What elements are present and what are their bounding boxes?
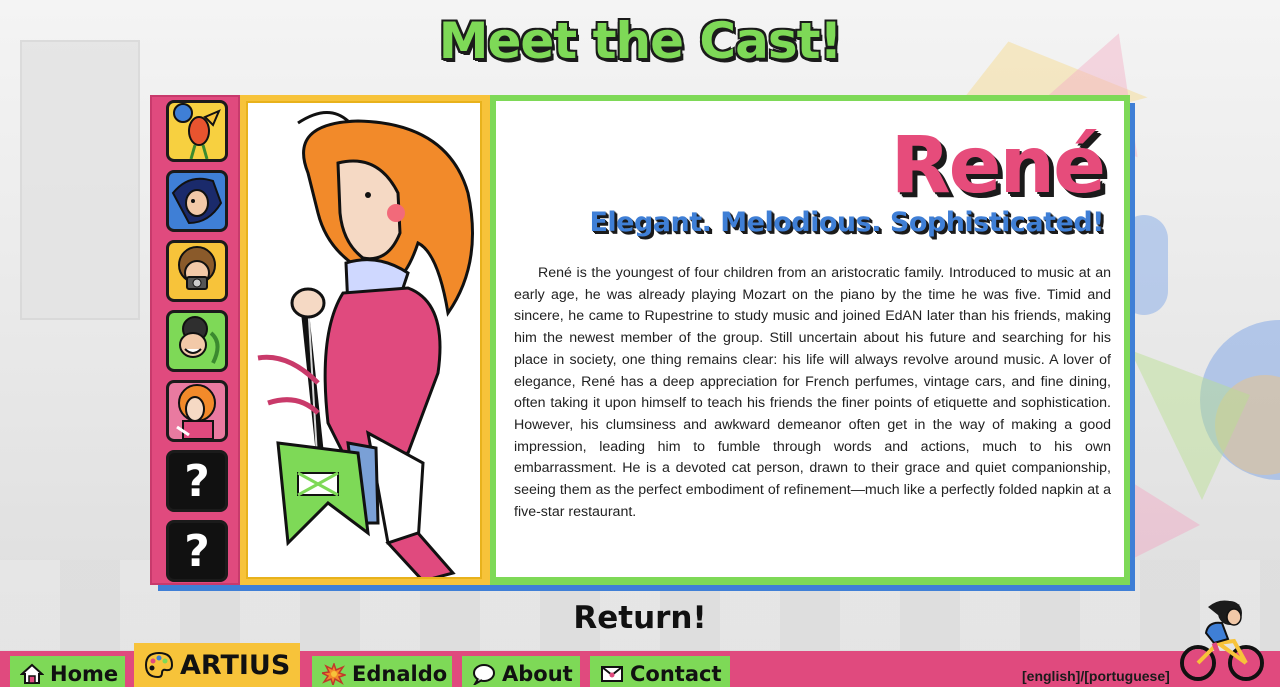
nav-contact[interactable]: Contact	[590, 656, 730, 687]
speech-bubble-icon	[472, 663, 496, 687]
lang-portuguese-link[interactable]: [portuguese]	[1084, 668, 1170, 684]
explosion-icon	[319, 661, 348, 687]
character-thumb-bird[interactable]	[166, 100, 228, 162]
character-thumb-camera[interactable]	[166, 240, 228, 302]
question-mark-icon: ?	[184, 455, 210, 507]
character-bio: René is the youngest of four children fr…	[514, 265, 1111, 520]
nav-ednaldo[interactable]: Ednaldo	[312, 656, 452, 687]
nav-artius[interactable]: ARTIUS	[134, 643, 300, 687]
nav-contact-label: Contact	[630, 662, 722, 686]
question-mark-icon: ?	[184, 525, 210, 577]
locked-character-thumb[interactable]: ?	[166, 450, 228, 512]
language-switcher: [english]/[portuguese]	[1022, 668, 1170, 684]
bicycle-mascot	[1178, 593, 1268, 683]
page-title: Meet the Cast!	[438, 12, 843, 70]
lang-english-link[interactable]: [english]	[1022, 668, 1080, 684]
return-button[interactable]: Return!	[573, 600, 706, 636]
character-card: ? ? René Elegant. Melodious. Sophisticat…	[150, 95, 1130, 585]
palette-icon	[144, 651, 174, 679]
info-panel: René Elegant. Melodious. Sophisticated! …	[496, 101, 1124, 577]
nav-about[interactable]: About	[462, 656, 580, 687]
nav-home-label: Home	[50, 662, 119, 686]
nav-artius-label: ARTIUS	[180, 649, 291, 681]
character-thumb-blue[interactable]	[166, 170, 228, 232]
locked-character-thumb[interactable]: ?	[166, 520, 228, 582]
character-thumb-green[interactable]	[166, 310, 228, 372]
character-tagline: Elegant. Melodious. Sophisticated!	[589, 207, 1104, 238]
envelope-icon	[600, 663, 624, 685]
character-portrait	[246, 101, 482, 579]
house-icon	[19, 663, 45, 685]
info-frame: René Elegant. Melodious. Sophisticated! …	[490, 95, 1130, 585]
character-thumb-rene[interactable]	[166, 380, 228, 442]
portrait-frame	[240, 95, 490, 585]
nav-about-label: About	[502, 662, 573, 686]
nav-ednaldo-label: Ednaldo	[352, 662, 448, 686]
character-name: René	[890, 121, 1106, 211]
character-roster: ? ?	[150, 95, 240, 585]
nav-home[interactable]: Home	[10, 656, 125, 687]
return-link-container: Return!	[0, 600, 1280, 636]
